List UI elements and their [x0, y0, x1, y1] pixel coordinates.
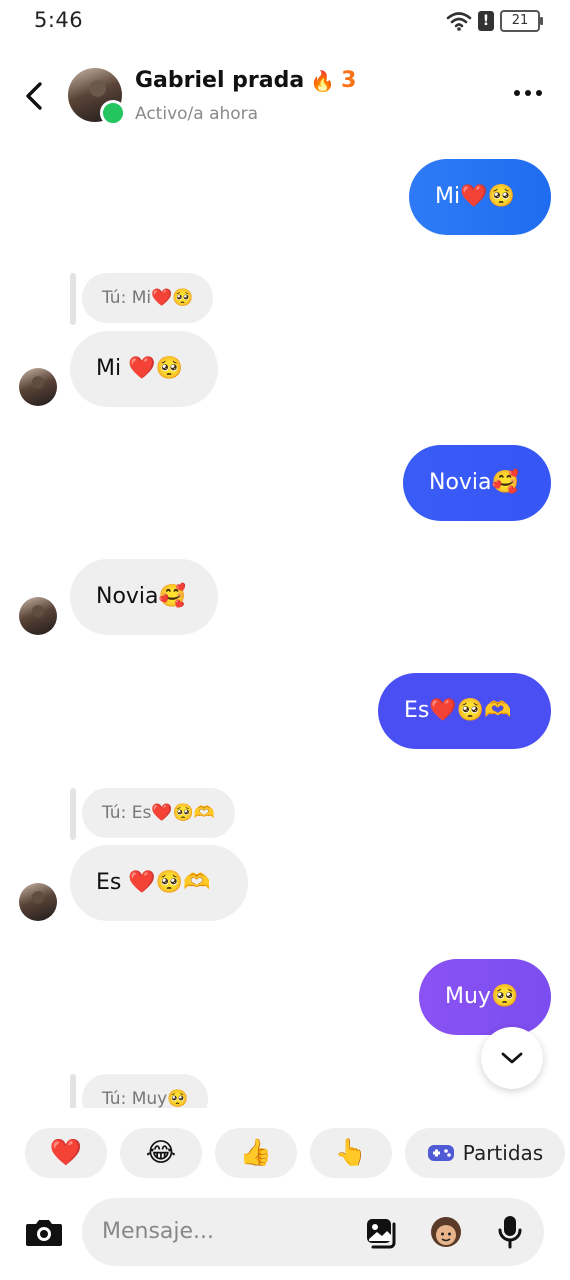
message-input[interactable]: Mensaje... — [102, 1198, 214, 1266]
microphone-icon — [498, 1216, 522, 1249]
more-dot — [525, 90, 531, 96]
reply-indicator — [70, 788, 76, 840]
reply-preview[interactable]: Tú: Muy🥺 — [82, 1074, 209, 1108]
battery-icon: 21 — [500, 10, 543, 32]
reply-indicator — [70, 1074, 76, 1108]
voice-message-button[interactable] — [492, 1214, 528, 1250]
quick-reply-point-up[interactable]: 👆 — [310, 1128, 392, 1178]
outgoing-message[interactable]: Mi❤️🥺 — [409, 159, 551, 235]
alert-icon: ! — [478, 11, 494, 31]
quick-reply-thumbs-up[interactable]: 👍 — [215, 1128, 297, 1178]
incoming-message[interactable]: Mi ❤️🥺 — [70, 331, 218, 407]
avatar-sticker-icon — [431, 1217, 461, 1247]
avatar-sticker-button[interactable] — [428, 1214, 464, 1250]
status-bar: 5:46 ! 21 — [0, 0, 570, 44]
sender-avatar[interactable] — [19, 883, 57, 921]
wifi-icon — [446, 12, 472, 31]
games-button[interactable]: Partidas — [405, 1128, 565, 1178]
more-dot — [514, 90, 520, 96]
scroll-to-bottom-button[interactable] — [481, 1027, 543, 1089]
camera-icon — [26, 1220, 62, 1246]
chevron-down-icon — [501, 1052, 523, 1064]
more-options-button[interactable] — [514, 90, 542, 96]
sender-avatar[interactable] — [19, 368, 57, 406]
contact-name-row[interactable]: Gabriel prada 🔥 3 — [135, 68, 356, 93]
camera-button[interactable] — [24, 1210, 64, 1254]
outgoing-message[interactable]: Novia🥰 — [403, 445, 551, 521]
games-label: Partidas — [462, 1141, 544, 1165]
reply-indicator — [70, 273, 76, 325]
contact-status: Activo/a ahora — [135, 104, 259, 124]
gallery-icon — [367, 1219, 396, 1249]
gamepad-icon — [427, 1145, 454, 1161]
more-dot — [536, 90, 542, 96]
incoming-message[interactable]: Es ❤️🥺🫶 — [70, 845, 248, 921]
chat-header: Gabriel prada 🔥 3 Activo/a ahora — [0, 60, 570, 136]
message-clip: Tú: Muy🥺 — [0, 1072, 570, 1108]
online-indicator — [100, 100, 126, 126]
streak-count: 3 — [341, 68, 357, 93]
back-button[interactable] — [20, 76, 50, 116]
outgoing-message[interactable]: Es❤️🥺🫶 — [378, 673, 551, 749]
sender-avatar[interactable] — [19, 597, 57, 635]
chevron-left-icon — [26, 82, 42, 110]
reply-preview[interactable]: Tú: Mi❤️🥺 — [82, 273, 214, 323]
quick-reply-laugh[interactable]: 😂 — [120, 1128, 202, 1178]
gallery-button[interactable] — [364, 1214, 400, 1250]
status-icons: ! 21 — [446, 10, 543, 32]
quick-reply-heart[interactable]: ❤️ — [25, 1128, 107, 1178]
outgoing-message[interactable]: Muy🥺 — [419, 959, 551, 1035]
contact-name: Gabriel prada — [135, 68, 305, 93]
status-time: 5:46 — [34, 8, 84, 32]
battery-level: 21 — [511, 13, 529, 28]
reply-preview[interactable]: Tú: Es❤️🥺🫶 — [82, 788, 235, 838]
streak-flame-icon: 🔥 — [310, 68, 336, 93]
message-composer[interactable]: Mensaje... — [82, 1198, 544, 1266]
incoming-message[interactable]: Novia🥰 — [70, 559, 218, 635]
